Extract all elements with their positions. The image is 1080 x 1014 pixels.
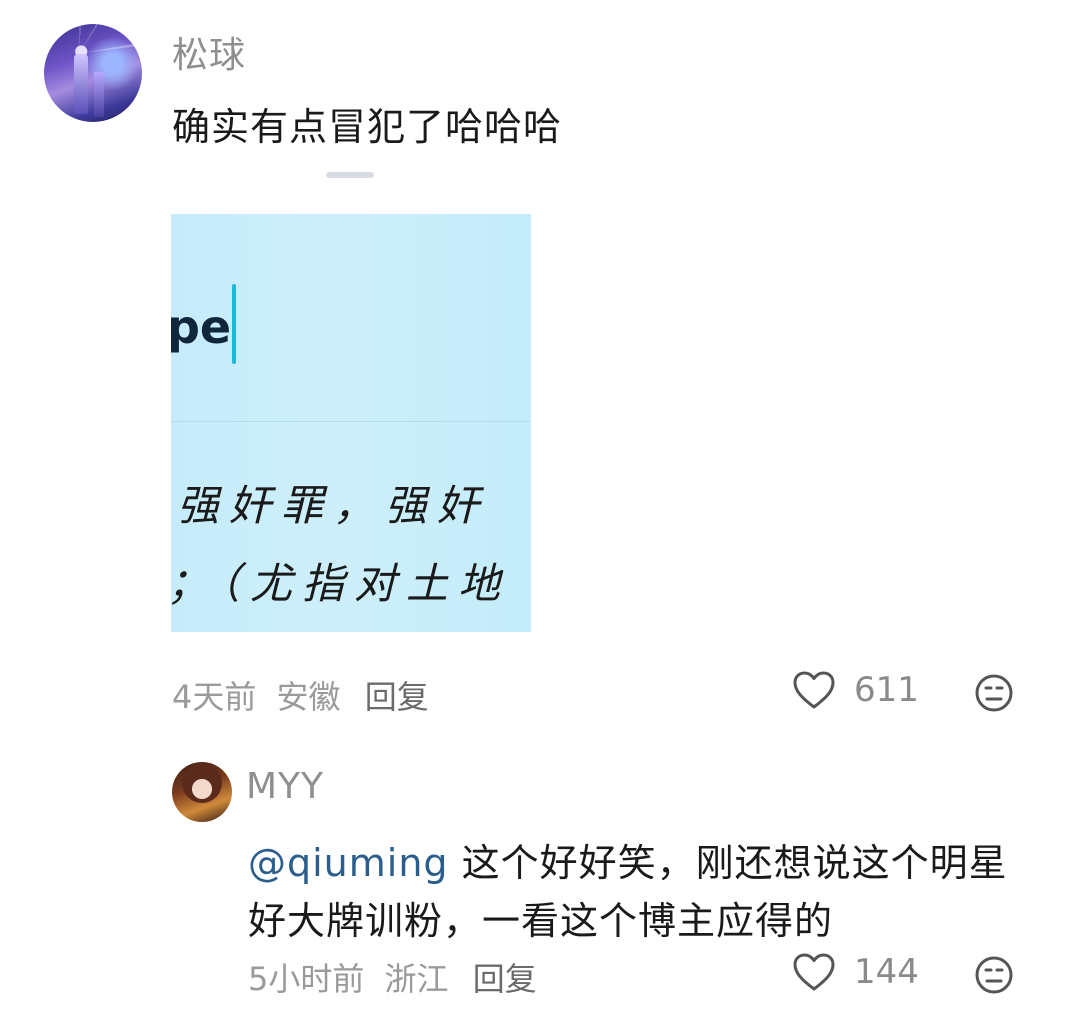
image-handle <box>326 172 374 178</box>
reply-meta: 5小时前 浙江 回复 <box>248 954 547 1000</box>
like-count: 611 <box>854 670 919 710</box>
comment-text: 确实有点冒犯了哈哈哈 <box>172 105 563 149</box>
comment-location: 安徽 <box>276 678 341 716</box>
comment-meta: 4天前 安徽 回复 <box>172 672 439 718</box>
reply-button[interactable]: 回复 <box>365 678 429 716</box>
image-word-fragment: pe <box>171 300 232 354</box>
comment-username[interactable]: 松球 <box>172 26 246 78</box>
image-text-line: 强奸罪，强奸 <box>177 481 490 530</box>
avatar-art-tower <box>94 72 104 117</box>
mention-link[interactable]: @qiuming <box>248 841 449 885</box>
image-divider <box>171 421 531 422</box>
reply-time: 5小时前 <box>248 960 365 998</box>
reply-username[interactable]: MYY <box>246 766 324 807</box>
reply-text: @qiuming 这个好好笑，刚还想说这个明星好大牌训粉，一看这个博主应得的 <box>248 834 1038 950</box>
reply-like-button[interactable]: 144 <box>792 952 919 992</box>
reply-reply-button[interactable]: 回复 <box>473 960 537 998</box>
like-button[interactable]: 611 <box>792 670 919 710</box>
image-text-line: ；（尤指对土地 <box>171 559 511 608</box>
avatar-art <box>44 24 142 122</box>
avatar[interactable] <box>44 24 142 122</box>
heart-icon <box>793 953 835 991</box>
comment-time: 4天前 <box>172 678 257 716</box>
face-icon[interactable] <box>974 673 1014 713</box>
face-icon[interactable] <box>974 955 1014 995</box>
heart-icon <box>793 671 835 709</box>
comment-image[interactable]: pe 强奸罪，强奸 ；（尤指对土地 <box>171 214 531 632</box>
image-text-caret <box>232 284 236 364</box>
avatar-art-tower <box>74 54 88 114</box>
reply-like-count: 144 <box>854 952 919 992</box>
reply-avatar[interactable] <box>172 762 232 822</box>
reply-location: 浙江 <box>384 960 449 998</box>
